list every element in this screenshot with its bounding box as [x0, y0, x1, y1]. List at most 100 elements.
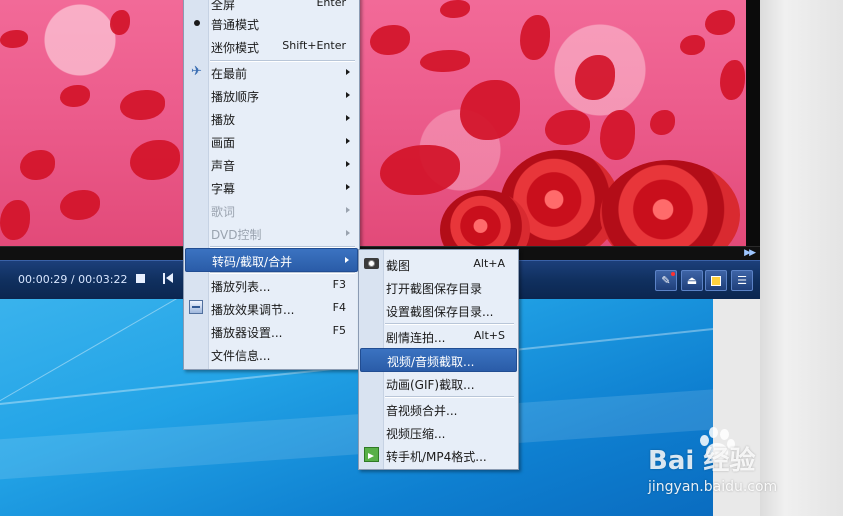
menu-item-label: 剧情连拍...	[386, 331, 446, 345]
petal	[520, 15, 550, 60]
submenu-item-av-capture[interactable]: 视频/音频截取...	[360, 348, 517, 372]
pin-icon: ✈	[191, 64, 202, 79]
menu-item-shortcut: F3	[332, 278, 346, 291]
petal	[440, 0, 470, 18]
petal	[705, 10, 735, 35]
menu-item-label: 视频压缩...	[386, 427, 446, 441]
petal	[0, 200, 30, 240]
menu-item-label: 视频/音频截取...	[387, 355, 475, 369]
submenu-item-open-screenshot-dir[interactable]: 打开截图保存目录	[360, 276, 517, 298]
menu-item-label: 转手机/MP4格式...	[386, 450, 487, 464]
video-frame[interactable]	[0, 0, 746, 246]
menu-item-shortcut: Alt+S	[473, 329, 505, 342]
menu-item-label: 字幕	[211, 182, 236, 196]
menu-item-label: 歌词	[211, 205, 236, 219]
submenu-item-gif-capture[interactable]: 动画(GIF)截取...	[360, 372, 517, 394]
layout-icon[interactable]	[705, 270, 727, 291]
menu-item-label: DVD控制	[211, 228, 262, 242]
submenu-arrow-icon	[346, 69, 350, 75]
petal	[0, 30, 28, 48]
menu-item-label: 播放效果调节...	[211, 303, 295, 317]
menu-item-picture[interactable]: 画面	[185, 130, 358, 152]
petal	[545, 110, 590, 145]
menu-item-label: 文件信息...	[211, 349, 271, 363]
menu-item-shortcut: Enter	[316, 0, 346, 9]
menu-item-label: 音视频合并...	[386, 404, 458, 418]
menu-item-subtitles[interactable]: 字幕	[185, 176, 358, 198]
menu-item-normal-mode[interactable]: 普通模式	[185, 12, 358, 34]
submenu-arrow-icon	[346, 230, 350, 236]
watermark-logo: Bai 经验	[648, 446, 756, 476]
menu-item-settings[interactable]: 播放器设置... F5	[185, 320, 358, 342]
menu-item-effects[interactable]: 播放效果调节... F4	[185, 297, 358, 319]
menu-item-label: 在最前	[211, 67, 248, 81]
petal	[680, 35, 705, 55]
submenu-item-set-screenshot-dir[interactable]: 设置截图保存目录...	[360, 299, 517, 321]
menu-item-label: 播放列表...	[211, 280, 271, 294]
menu-icon[interactable]: ☰	[731, 270, 753, 291]
petal	[650, 110, 675, 135]
menu-item-label: 迷你模式	[211, 41, 260, 55]
menu-item-label: 播放	[211, 113, 236, 127]
menu-item-sound[interactable]: 声音	[185, 153, 358, 175]
menu-item-label: 设置截图保存目录...	[386, 305, 494, 319]
fast-forward-icon: ▶▶	[744, 248, 756, 258]
submenu-item-video-compress[interactable]: 视频压缩...	[360, 421, 517, 443]
petal	[130, 140, 180, 180]
menu-item-label: 普通模式	[211, 18, 260, 32]
menu-item-transcode[interactable]: 转码/截取/合并	[185, 248, 358, 272]
menu-item-always-on-top[interactable]: ✈ 在最前	[185, 61, 358, 83]
petal	[720, 60, 745, 100]
menu-item-label: 动画(GIF)截取...	[386, 378, 475, 392]
watermark-url: jingyan.baidu.com	[648, 479, 778, 495]
menu-item-label: 播放顺序	[211, 90, 260, 104]
menu-item-shortcut: F4	[332, 301, 346, 314]
petal	[575, 55, 615, 100]
stop-icon[interactable]	[134, 272, 148, 286]
submenu-arrow-icon	[346, 207, 350, 213]
camera-icon	[364, 258, 379, 269]
submenu-item-burst-shot[interactable]: 剧情连拍... Alt+S	[360, 325, 517, 347]
rose	[600, 160, 740, 246]
context-menu: 全屏 Enter 普通模式 迷你模式 Shift+Enter ✈ 在最前 播放顺…	[183, 0, 360, 370]
menu-item-file-info[interactable]: 文件信息...	[185, 343, 358, 365]
menu-item-shortcut: F5	[332, 324, 346, 337]
submenu-item-convert-mp4[interactable]: 转手机/MP4格式...	[360, 444, 517, 466]
petal	[380, 145, 460, 195]
submenu-item-av-merge[interactable]: 音视频合并...	[360, 398, 517, 420]
submenu-arrow-icon	[346, 115, 350, 121]
submenu-item-screenshot[interactable]: 截图 Alt+A	[360, 253, 517, 275]
menu-item-play-order[interactable]: 播放顺序	[185, 84, 358, 106]
submenu-arrow-icon	[345, 257, 349, 263]
transcode-submenu: 截图 Alt+A 打开截图保存目录 设置截图保存目录... 剧情连拍... Al…	[358, 249, 519, 470]
menu-item-shortcut: Shift+Enter	[282, 39, 346, 52]
menu-item-label: 声音	[211, 159, 236, 173]
previous-icon[interactable]	[161, 272, 175, 286]
notification-dot	[671, 272, 675, 276]
petal	[600, 110, 635, 160]
time-display: 00:00:29 / 00:03:22	[18, 273, 128, 286]
petal	[460, 80, 520, 140]
menu-item-label: 截图	[386, 259, 411, 273]
bullet-icon	[189, 15, 204, 30]
eject-icon[interactable]: ⏏	[681, 270, 703, 291]
menu-item-mini-mode[interactable]: 迷你模式 Shift+Enter	[185, 35, 358, 57]
menu-item-label: 画面	[211, 136, 236, 150]
menu-item-label: 打开截图保存目录	[386, 282, 483, 296]
petal	[60, 85, 90, 107]
menu-item-play[interactable]: 播放	[185, 107, 358, 129]
menu-item-dvd-control: DVD控制	[185, 222, 358, 244]
menu-item-playlist[interactable]: 播放列表... F3	[185, 274, 358, 296]
petal	[420, 50, 470, 72]
submenu-arrow-icon	[346, 184, 350, 190]
submenu-arrow-icon	[346, 92, 350, 98]
light-beam	[0, 380, 713, 484]
submenu-arrow-icon	[346, 138, 350, 144]
petal	[110, 10, 130, 35]
petal	[370, 25, 410, 55]
background-strip	[760, 0, 843, 516]
petal	[60, 190, 100, 220]
menu-item-lyrics: 歌词	[185, 199, 358, 221]
convert-icon	[364, 447, 379, 462]
wrench-icon[interactable]: ✎	[655, 270, 677, 291]
